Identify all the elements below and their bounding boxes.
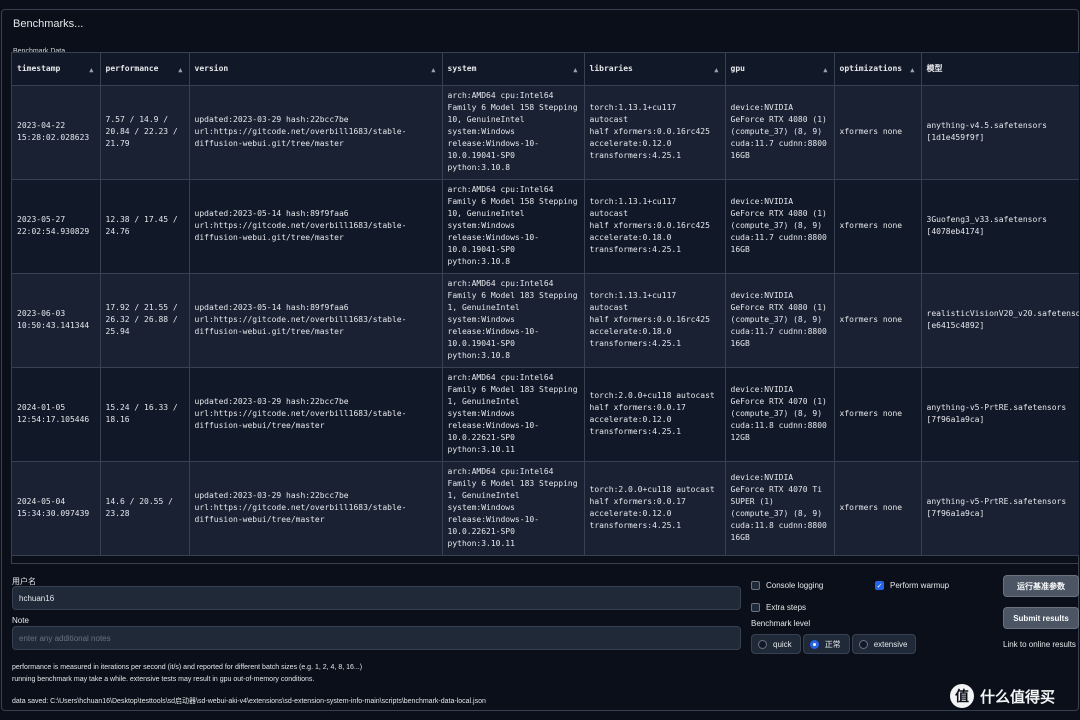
table-cell[interactable]: xformers none [834,179,922,274]
table-cell[interactable]: 2023-05-27 22:02:54.930829 [12,179,101,274]
table-cell[interactable]: device:NVIDIA GeForce RTX 4080 (1) (comp… [725,273,835,368]
extra-steps-checkbox[interactable]: Extra steps [751,603,806,612]
table-cell[interactable]: arch:AMD64 cpu:Intel64 Family 6 Model 18… [442,273,585,368]
column-header-libraries[interactable]: libraries ▲ [584,53,726,86]
benchmark-level-radio-group: quick 正常 extensive [751,634,918,654]
table-cell[interactable]: updated:2023-03-29 hash:22bcc7be url:htt… [189,461,443,556]
benchmark-table-container[interactable]: timestamp ▲ performance ▲ version ▲ system ▲… [11,52,1079,564]
level-radio-normal[interactable]: 正常 [802,634,850,654]
checkbox-box [751,603,760,612]
sort-arrow-icon: ▲ [178,66,183,74]
table-cell[interactable]: device:NVIDIA GeForce RTX 4080 (1) (comp… [725,85,835,180]
table-cell[interactable]: torch:1.13.1+cu117 autocast half xformer… [584,179,726,274]
column-header-model[interactable]: 模型 [921,53,1079,86]
sort-arrow-icon: ▲ [89,66,94,74]
sort-arrow-icon: ▲ [431,66,436,74]
table-cell[interactable]: xformers none [834,85,922,180]
benchmark-level-label: Benchmark level [751,619,811,628]
note-input[interactable] [12,626,741,650]
checkbox-box [751,581,760,590]
console-logging-checkbox[interactable]: Console logging [751,581,823,590]
table-cell[interactable]: xformers none [834,273,922,368]
level-radio-extensive[interactable]: extensive [851,634,917,654]
sort-arrow-icon: ▲ [823,66,828,74]
table-cell[interactable]: device:NVIDIA GeForce RTX 4080 (1) (comp… [725,179,835,274]
table-cell[interactable]: arch:AMD64 cpu:Intel64 Family 6 Model 18… [442,367,585,462]
sort-arrow-icon: ▲ [573,66,578,74]
table-cell[interactable]: 2024-05-04 15:34:30.097439 [12,461,101,556]
table-cell[interactable]: 17.92 / 21.55 / 26.32 / 26.88 / 25.94 [100,273,190,368]
benchmark-table: timestamp ▲ performance ▲ version ▲ system ▲… [12,53,1079,556]
table-cell[interactable]: 2024-01-05 12:54:17.105446 [12,367,101,462]
table-cell[interactable]: torch:2.0.0+cu118 autocast half xformers… [584,367,726,462]
watermark-text: 什么值得买 [980,687,1056,706]
note-label: Note [12,616,29,625]
table-cell[interactable]: 15.24 / 16.33 / 18.16 [100,367,190,462]
table-cell[interactable]: anything-v5-PrtRE.safetensors [7f96a1a9c… [921,461,1079,556]
table-cell[interactable]: 2023-06-03 10:50:43.141344 [12,273,101,368]
panel-title[interactable]: Benchmarks... [13,18,83,30]
table-row: 2023-06-03 10:50:43.141344 17.92 / 21.55… [12,273,1079,368]
sort-arrow-icon: ▲ [910,66,915,74]
table-cell[interactable]: device:NVIDIA GeForce RTX 4070 Ti SUPER … [725,461,835,556]
online-results-link[interactable]: Link to online results [1003,640,1076,649]
column-header-system[interactable]: system ▲ [442,53,585,86]
radio-dot [858,639,868,649]
table-cell[interactable]: updated:2023-05-14 hash:89f9faa6 url:htt… [189,273,443,368]
run-benchmark-button[interactable]: 运行基准参数 [1003,575,1079,597]
table-row: 2024-05-04 15:34:30.097439 14.6 / 20.55 … [12,461,1079,556]
sort-arrow-icon: ▲ [714,66,719,74]
table-cell[interactable]: arch:AMD64 cpu:Intel64 Family 6 Model 15… [442,179,585,274]
table-cell[interactable]: torch:1.13.1+cu117 autocast half xformer… [584,85,726,180]
watermark-logo-icon: 值 [950,684,974,708]
table-cell[interactable]: anything-v4.5.safetensors [1d1e459f9f] [921,85,1079,180]
table-cell[interactable]: device:NVIDIA GeForce RTX 4070 (1) (comp… [725,367,835,462]
info-line-2: running benchmark may take a while. exte… [12,676,315,683]
column-header-optimizations[interactable]: optimizations ▲ [834,53,922,86]
column-header-gpu[interactable]: gpu ▲ [725,53,835,86]
table-cell[interactable]: 2023-04-22 15:28:02.028623 [12,85,101,180]
table-cell[interactable]: updated:2023-03-29 hash:22bcc7be url:htt… [189,85,443,180]
table-row: 2023-04-22 15:28:02.028623 7.57 / 14.9 /… [12,85,1079,180]
column-header-version[interactable]: version ▲ [189,53,443,86]
table-cell[interactable]: xformers none [834,461,922,556]
table-row: 2024-01-05 12:54:17.105446 15.24 / 16.33… [12,367,1079,462]
table-row: 2023-05-27 22:02:54.930829 12.38 / 17.45… [12,179,1079,274]
column-header-timestamp[interactable]: timestamp ▲ [12,53,101,86]
level-radio-quick[interactable]: quick [751,634,801,654]
table-cell[interactable]: updated:2023-05-14 hash:89f9faa6 url:htt… [189,179,443,274]
perform-warmup-label: Perform warmup [890,581,950,590]
table-cell[interactable]: 14.6 / 20.55 / 23.28 [100,461,190,556]
data-saved-path: data saved: C:\Users\hchuan16\Desktop\te… [12,698,486,705]
table-cell[interactable]: 7.57 / 14.9 / 20.84 / 22.23 / 21.79 [100,85,190,180]
watermark: 值 什么值得买 [950,684,1055,708]
table-cell[interactable]: torch:1.13.1+cu117 autocast half xformer… [584,273,726,368]
info-line-1: performance is measured in iterations pe… [12,664,363,671]
username-input[interactable] [12,586,741,610]
table-cell[interactable]: torch:2.0.0+cu118 autocast half xformers… [584,461,726,556]
table-cell[interactable]: updated:2023-03-29 hash:22bcc7be url:htt… [189,367,443,462]
extra-steps-label: Extra steps [766,603,807,612]
table-cell[interactable]: anything-v5-PrtRE.safetensors [7f96a1a9c… [921,367,1079,462]
console-logging-label: Console logging [766,581,824,590]
radio-dot [758,639,767,649]
check-icon: ✓ [875,581,884,590]
table-cell[interactable]: arch:AMD64 cpu:Intel64 Family 6 Model 15… [442,85,585,180]
table-cell[interactable]: realisticVisionV20_v20.safetensors [e641… [921,273,1079,368]
table-header-row: timestamp ▲ performance ▲ version ▲ system ▲… [12,53,1079,86]
table-cell[interactable]: xformers none [834,367,922,462]
table-cell[interactable]: arch:AMD64 cpu:Intel64 Family 6 Model 18… [442,461,585,556]
radio-dot-selected [809,639,819,649]
perform-warmup-checkbox[interactable]: ✓ Perform warmup [875,581,949,590]
submit-results-button[interactable]: Submit results [1003,607,1079,629]
table-cell[interactable]: 3Guofeng3_v33.safetensors [4078eb4174] [921,179,1079,274]
table-cell[interactable]: 12.38 / 17.45 / 24.76 [100,179,190,274]
column-header-performance[interactable]: performance ▲ [100,53,190,86]
